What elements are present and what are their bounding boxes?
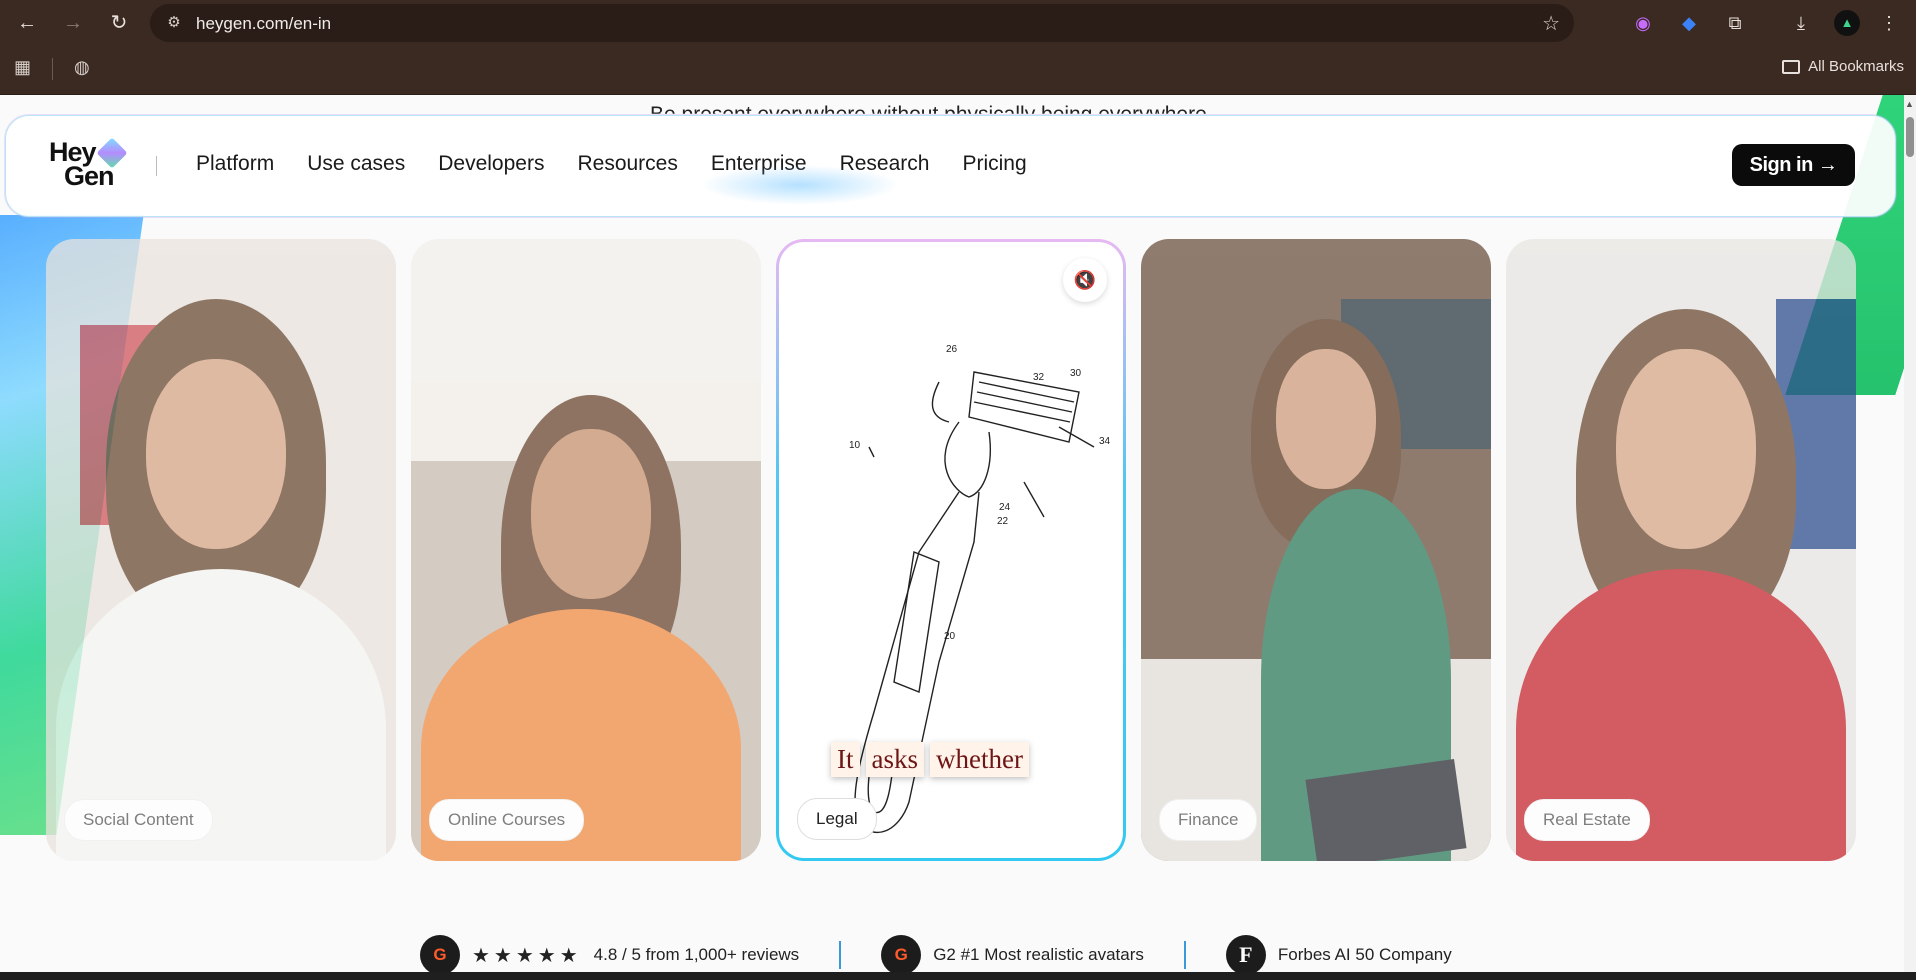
navbar-glow: [700, 165, 900, 205]
award-text: G2 #1 Most realistic avatars: [933, 945, 1144, 964]
caption-word: It: [831, 742, 860, 777]
logo-line-2: Gen: [64, 161, 115, 191]
page-scrollbar[interactable]: ▲: [1904, 95, 1916, 980]
forbes-badge-icon: F: [1225, 935, 1266, 975]
use-case-card-finance[interactable]: Finance: [1141, 239, 1491, 861]
site-settings-icon[interactable]: ⚙: [164, 13, 184, 33]
card-label-courses: Online Courses: [429, 799, 585, 841]
use-case-card-social[interactable]: Social Content: [46, 239, 396, 861]
video-caption: It asks whether: [831, 742, 1029, 777]
g2-badge-icon: G: [420, 935, 460, 975]
stat-divider: [839, 941, 842, 969]
use-case-card-real-estate[interactable]: Real Estate: [1506, 239, 1856, 861]
tag-extension-icon[interactable]: ◆: [1676, 10, 1702, 36]
rating-stars: ★★★★★: [472, 944, 582, 967]
globe-icon[interactable]: ◍: [74, 57, 90, 78]
nav-use-cases[interactable]: Use cases: [307, 152, 405, 176]
all-bookmarks[interactable]: All Bookmarks: [1782, 58, 1904, 75]
page-viewport: Be present everywhere without physically…: [0, 95, 1904, 980]
nav-developers[interactable]: Developers: [438, 152, 544, 176]
profile-avatar[interactable]: ▲: [1834, 10, 1860, 36]
star-icon[interactable]: ☆: [1542, 11, 1560, 36]
os-taskbar: [0, 972, 1916, 980]
sign-in-button[interactable]: Sign in →: [1732, 144, 1855, 186]
back-arrow-icon[interactable]: ←: [14, 10, 40, 36]
social-proof-row: G ★★★★★ 4.8 / 5 from 1,000+ reviews G G2…: [420, 935, 1452, 975]
use-case-card-legal[interactable]: 🔇 26 32 30 34 10 24 22 20 It asks whethe…: [776, 239, 1126, 861]
use-case-card-courses[interactable]: Online Courses: [411, 239, 761, 861]
site-navbar: Hey Gen Platform Use cases Developers Re…: [5, 115, 1896, 217]
bookmarks-divider: [52, 58, 53, 80]
nav-platform[interactable]: Platform: [196, 152, 274, 176]
patent-ref-30: 30: [1070, 368, 1082, 379]
color-extension-icon[interactable]: ◉: [1630, 10, 1656, 36]
address-bar[interactable]: ⚙ heygen.com/en-in ☆: [150, 4, 1574, 42]
card-label-legal: Legal: [797, 798, 877, 840]
card-label-finance: Finance: [1159, 799, 1258, 841]
bookmarks-bar: ▦ ◍ All Bookmarks: [0, 44, 1916, 95]
scroll-up-icon[interactable]: ▲: [1905, 99, 1914, 109]
patent-ref-24: 24: [999, 502, 1011, 513]
card-label-real-estate: Real Estate: [1524, 799, 1650, 841]
rating-text: 4.8 / 5 from 1,000+ reviews: [593, 945, 800, 964]
avatar-video: [1506, 239, 1856, 861]
menu-icon[interactable]: ⋮: [1876, 10, 1902, 36]
download-icon[interactable]: ⤓: [1788, 10, 1814, 36]
patent-ref-26: 26: [946, 344, 958, 355]
nav-pricing[interactable]: Pricing: [962, 152, 1026, 176]
patent-ref-10: 10: [849, 440, 861, 451]
legal-card-content: 🔇 26 32 30 34 10 24 22 20 It asks whethe…: [779, 242, 1123, 858]
patent-ref-32: 32: [1033, 372, 1045, 383]
forbes-text: Forbes AI 50 Company: [1277, 945, 1452, 964]
avatar-video: [46, 239, 396, 861]
patent-ref-22: 22: [997, 516, 1009, 527]
stat-divider: [1183, 941, 1186, 969]
apps-icon[interactable]: ▦: [14, 57, 31, 78]
all-bookmarks-label: All Bookmarks: [1808, 58, 1904, 75]
patent-ref-34: 34: [1099, 436, 1111, 447]
extension-icon[interactable]: ⧉: [1722, 10, 1748, 36]
g2-rating[interactable]: G ★★★★★ 4.8 / 5 from 1,000+ reviews: [420, 935, 799, 975]
g2-badge-icon: G: [881, 935, 922, 975]
card-label-social: Social Content: [64, 799, 213, 841]
navbar-divider: [156, 156, 157, 176]
nav-menu: Platform Use cases Developers Resources …: [196, 152, 1027, 176]
scrollbar-thumb[interactable]: [1906, 117, 1914, 157]
g2-award[interactable]: G G2 #1 Most realistic avatars: [881, 935, 1144, 975]
browser-toolbar: ← → ↻ ⚙ heygen.com/en-in ☆ ◉ ◆ ⧉ ⤓ ▲ ⋮: [0, 0, 1916, 44]
heygen-logo[interactable]: Hey Gen: [49, 137, 128, 191]
folder-icon: [1782, 60, 1801, 74]
caption-word: asks: [865, 742, 924, 777]
avatar-video: [1141, 239, 1491, 861]
avatar-video: [411, 239, 761, 861]
forbes-award[interactable]: F Forbes AI 50 Company: [1225, 935, 1452, 975]
patent-ref-20: 20: [944, 631, 956, 642]
forward-arrow-icon[interactable]: →: [60, 10, 86, 36]
nav-resources[interactable]: Resources: [577, 152, 677, 176]
url-text[interactable]: heygen.com/en-in: [196, 14, 331, 34]
reload-icon[interactable]: ↻: [106, 10, 132, 36]
caption-word: whether: [930, 742, 1029, 777]
